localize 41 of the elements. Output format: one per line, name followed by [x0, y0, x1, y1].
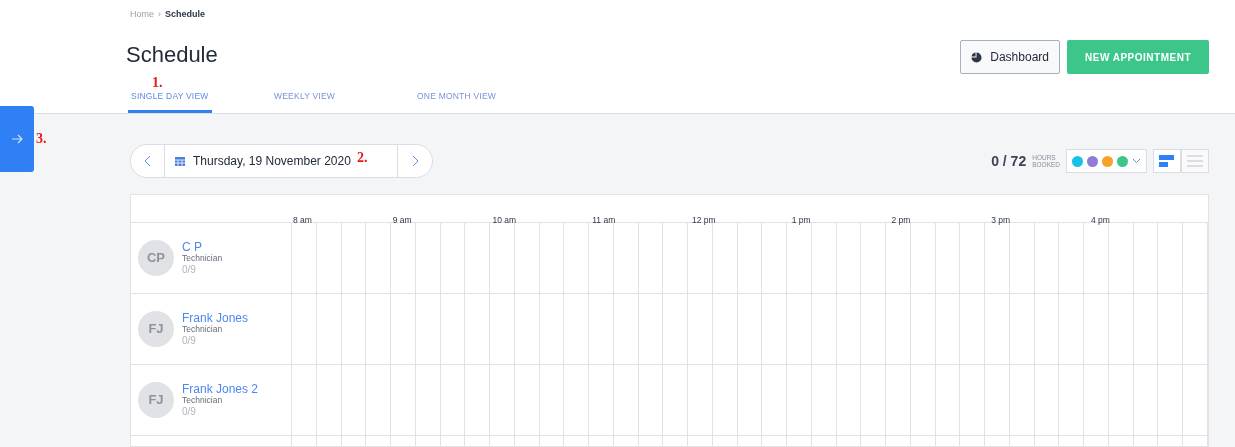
- annotation-number: 3.: [36, 130, 47, 148]
- hour-label: 2 pm: [891, 215, 911, 225]
- hours-booked-value: 0 / 72: [991, 151, 1027, 171]
- selected-date: Thursday, 19 November 2020: [193, 153, 351, 170]
- new-appointment-button[interactable]: NEW APPOINTMENT: [1067, 40, 1209, 74]
- list-icon: [1187, 155, 1203, 167]
- staff-name[interactable]: Frank Jones 2: [182, 382, 259, 395]
- staff-role: Technician: [182, 324, 224, 334]
- timeline-icon: [1159, 155, 1175, 167]
- page-title: Schedule: [126, 42, 218, 68]
- hour-label: 1 pm: [791, 215, 811, 225]
- hour-label: 11 am: [592, 215, 616, 225]
- arrow-right-icon: [11, 134, 23, 144]
- pie-chart-icon: [971, 51, 983, 63]
- hour-label: 8 am: [293, 215, 312, 225]
- booked-hours: 0/9: [182, 265, 197, 276]
- breadcrumb-separator: ›: [158, 8, 161, 21]
- view-tab[interactable]: WEEKLY VIEW: [271, 83, 339, 113]
- color-filter-dropdown[interactable]: [1066, 149, 1147, 173]
- staff-name[interactable]: Frank Jones: [182, 311, 249, 324]
- chevron-left-icon: [144, 155, 151, 167]
- calendar-icon: [175, 156, 185, 166]
- hour-label: 9 am: [392, 215, 412, 225]
- sidebar-toggle-button[interactable]: [0, 106, 34, 172]
- breadcrumb-link[interactable]: Home: [130, 8, 154, 22]
- staff-role: Technician: [182, 395, 224, 405]
- hour-label: 3 pm: [991, 215, 1011, 225]
- chevron-down-icon: [1132, 158, 1141, 164]
- breadcrumb-link[interactable]: Schedule: [165, 8, 206, 22]
- view-tab[interactable]: ONE MONTH VIEW: [414, 83, 499, 113]
- dashboard-button[interactable]: Dashboard: [960, 40, 1060, 74]
- hour-label: 12 pm: [692, 215, 716, 225]
- annotation-number: 2.: [357, 149, 368, 167]
- hour-label: 10 am: [492, 215, 517, 225]
- booked-hours: 0/9: [182, 336, 197, 347]
- staff-name[interactable]: C P: [182, 240, 223, 253]
- hour-label: 4 pm: [1091, 215, 1110, 225]
- staff-role: Technician: [182, 253, 223, 263]
- chevron-right-icon: [411, 155, 419, 167]
- timeline-view-button[interactable]: [1153, 149, 1181, 173]
- booked-hours: 0/9: [182, 407, 197, 418]
